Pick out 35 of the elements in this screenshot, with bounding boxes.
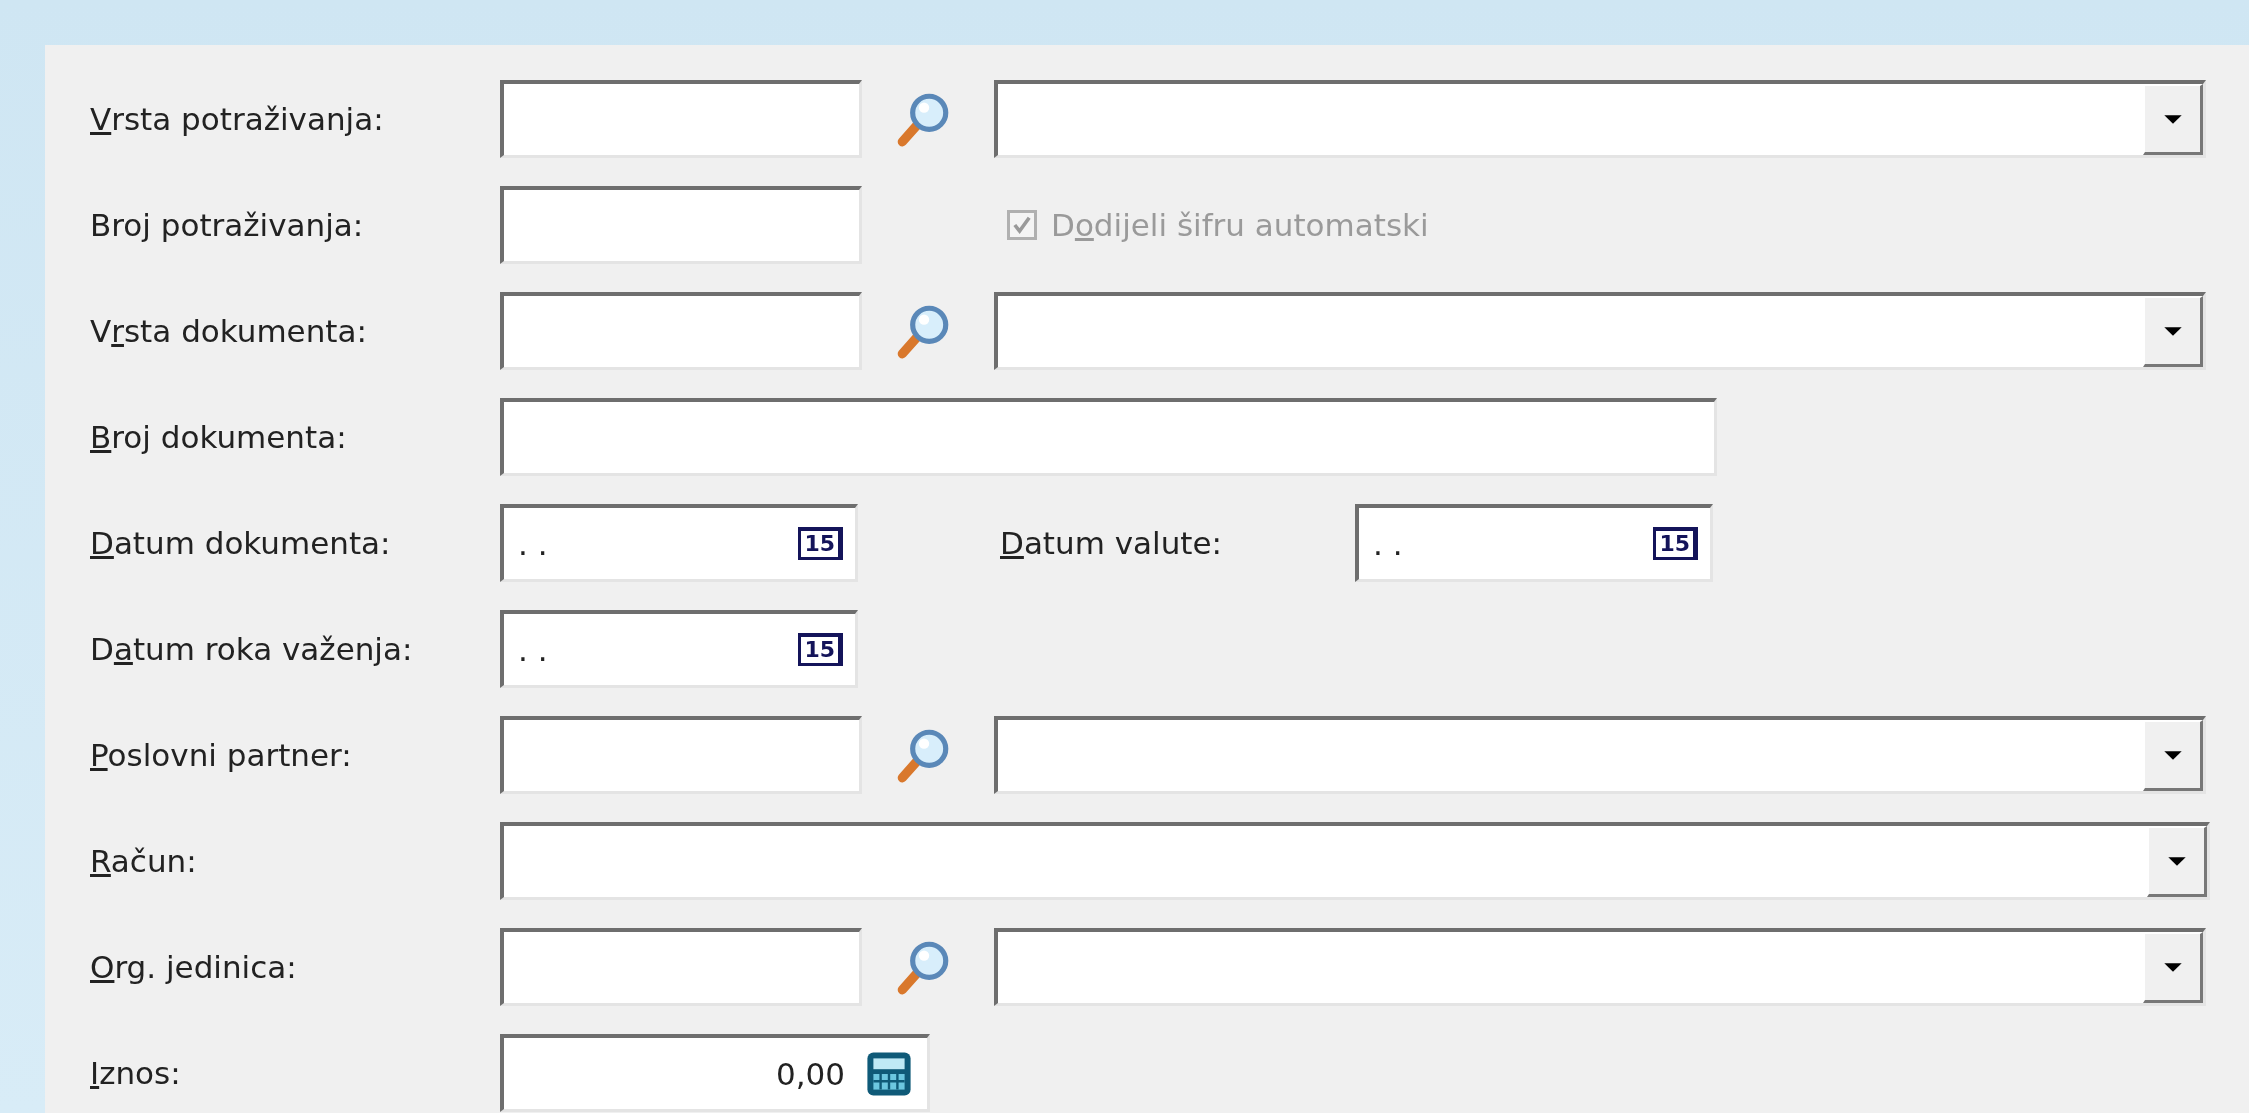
- dropdown-field[interactable]: [500, 822, 2210, 900]
- field-label: Poslovni partner:: [90, 737, 353, 773]
- field-label: Datum dokumenta:: [90, 525, 392, 561]
- dropdown-field[interactable]: [994, 80, 2206, 158]
- code-field[interactable]: [500, 186, 862, 264]
- field-label: Datum valute:: [1000, 525, 1223, 561]
- field-label: Račun:: [90, 843, 198, 879]
- calendar-icon[interactable]: 15: [798, 633, 843, 666]
- code-field[interactable]: [500, 80, 862, 158]
- field-label: Vrsta potraživanja:: [90, 101, 385, 137]
- dropdown-field[interactable]: [994, 928, 2206, 1006]
- field-label: Broj dokumenta:: [90, 419, 348, 455]
- dropdown-button[interactable]: [2143, 84, 2203, 155]
- code-field[interactable]: [500, 928, 862, 1006]
- field-label: Datum roka važenja:: [90, 631, 414, 667]
- text-field[interactable]: [500, 398, 1717, 476]
- calendar-icon[interactable]: 15: [1653, 527, 1698, 560]
- date-field[interactable]: . . 15: [500, 610, 858, 688]
- calendar-icon[interactable]: 15: [798, 527, 843, 560]
- field-label: Broj potraživanja:: [90, 207, 365, 243]
- dropdown-field[interactable]: [994, 716, 2206, 794]
- code-field[interactable]: [500, 292, 862, 370]
- dropdown-button[interactable]: [2143, 296, 2203, 367]
- dropdown-field[interactable]: [994, 292, 2206, 370]
- dropdown-button[interactable]: [2143, 932, 2203, 1003]
- amount-field[interactable]: 0,00: [500, 1034, 930, 1112]
- field-label: Org. jedinica:: [90, 949, 298, 985]
- date-field[interactable]: . . 15: [1355, 504, 1713, 582]
- field-label: Vrsta dokumenta:: [90, 313, 368, 349]
- calculator-icon[interactable]: [865, 1049, 913, 1098]
- code-field[interactable]: [500, 716, 862, 794]
- field-label: Iznos:: [90, 1055, 182, 1091]
- date-field[interactable]: . . 15: [500, 504, 858, 582]
- dropdown-button[interactable]: [2147, 826, 2207, 897]
- dropdown-button[interactable]: [2143, 720, 2203, 791]
